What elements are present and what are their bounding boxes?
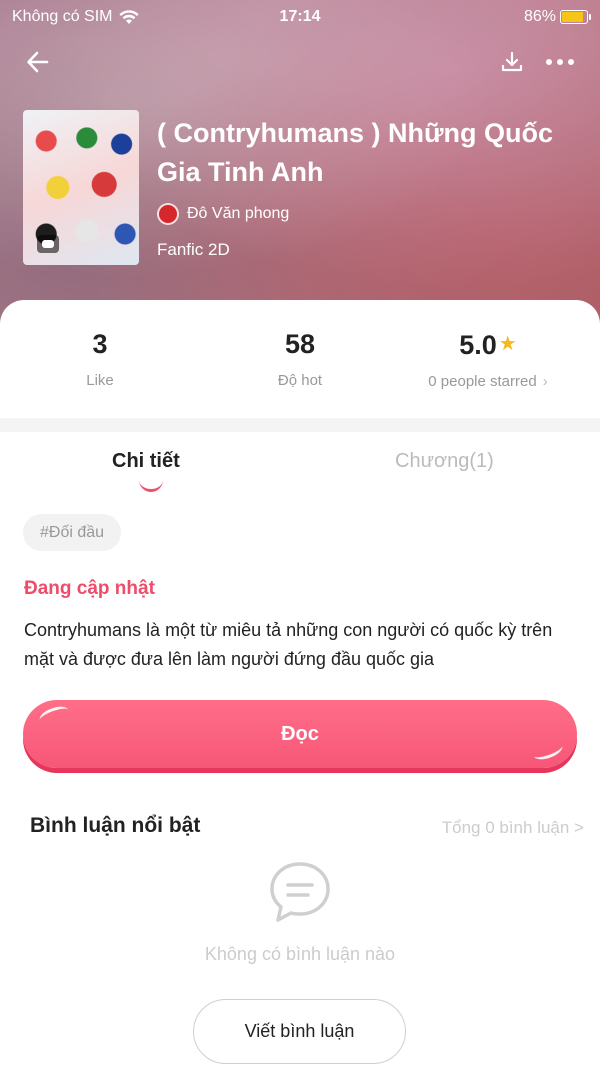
author-avatar[interactable] <box>157 203 179 225</box>
tab-chapters[interactable]: Chương(1) <box>395 450 494 473</box>
read-button[interactable]: Đọc <box>23 700 577 768</box>
book-title: ( Contryhumans ) Những Quốc Gia Tinh Anh <box>157 118 554 187</box>
rating-value: 5.0 <box>459 330 497 360</box>
rating-value-row: 5.0 ★ <box>388 328 588 361</box>
top-navigation <box>0 42 600 82</box>
comments-total-link[interactable]: Tổng 0 bình luận > <box>442 818 584 838</box>
status-right: 86% <box>523 8 591 26</box>
battery-icon <box>560 10 591 24</box>
rating-label-row[interactable]: 0 people starred › <box>388 373 588 390</box>
author-name[interactable]: Đô Văn phong <box>187 205 289 223</box>
button-gloss <box>37 703 71 727</box>
likes-label: Like <box>86 372 114 389</box>
status-bar: Không có SIM 17:14 86% <box>0 0 600 34</box>
status-left: Không có SIM <box>12 8 139 26</box>
arrow-left-icon <box>27 51 49 73</box>
back-button[interactable] <box>22 46 54 78</box>
empty-comments-text: Không có bình luận nào <box>204 944 396 964</box>
download-icon <box>501 51 523 72</box>
comment-bubble-icon <box>270 862 330 922</box>
more-dots-icon <box>546 59 574 65</box>
content-sheet: 3 Like 58 Độ hot 5.0 ★ 0 people starred › … <box>0 300 600 1067</box>
carrier-text: Không có SIM <box>12 8 113 25</box>
more-button[interactable] <box>542 46 578 78</box>
stat-likes: 3 Like <box>0 328 200 389</box>
active-tab-indicator <box>139 480 163 492</box>
comments-title: Bình luận nổi bật <box>30 814 201 837</box>
stat-rating[interactable]: 5.0 ★ 0 people starred › <box>388 328 588 390</box>
chevron-right-icon: › <box>542 373 548 390</box>
hot-label: Độ hot <box>277 372 323 389</box>
update-status: Đang cập nhật <box>24 578 155 599</box>
read-button-label: Đọc <box>281 722 319 745</box>
button-gloss <box>531 739 565 763</box>
section-divider <box>0 418 600 432</box>
star-icon: ★ <box>498 333 517 355</box>
likes-value: 3 <box>92 329 108 359</box>
chat-badge-icon <box>37 235 59 253</box>
clock-time: 17:14 <box>279 8 321 25</box>
book-description: Contryhumans là một từ miêu tả những con… <box>24 620 553 669</box>
tag-chip[interactable]: #Đối đầu <box>23 514 122 551</box>
book-cover[interactable] <box>23 110 139 265</box>
wifi-icon <box>118 9 139 24</box>
author-row[interactable]: Đô Văn phong <box>157 203 289 225</box>
book-category: Fanfic 2D <box>157 240 230 259</box>
hot-value: 58 <box>284 329 316 359</box>
rating-label: 0 people starred <box>428 373 537 390</box>
write-comment-button[interactable]: Viết bình luận <box>193 999 406 1064</box>
battery-fill <box>562 12 583 22</box>
battery-percent: 86% <box>523 8 556 25</box>
stats-row: 3 Like 58 Độ hot 5.0 ★ 0 people starred › <box>0 300 600 418</box>
stat-hot: 58 Độ hot <box>200 328 400 389</box>
download-button[interactable] <box>496 46 528 78</box>
tab-bar: Chi tiết Chương(1) <box>0 432 600 498</box>
tab-details[interactable]: Chi tiết <box>112 450 180 473</box>
